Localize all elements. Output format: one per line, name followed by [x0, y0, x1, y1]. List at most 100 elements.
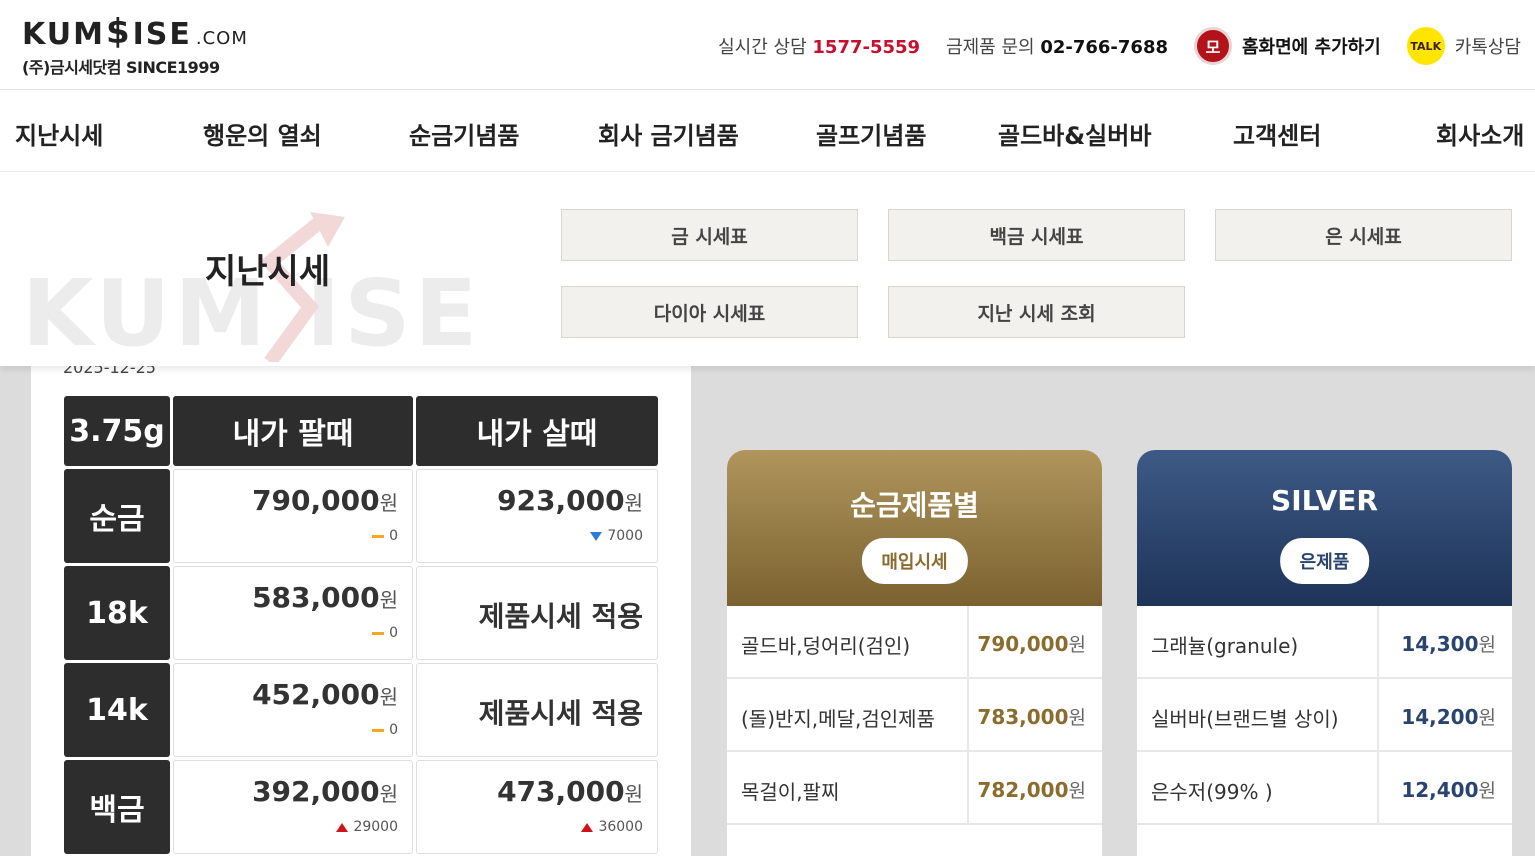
- add-to-home-label: 홈화면에 추가하기: [1242, 37, 1381, 58]
- silver-card-header: SILVER 은제품: [1137, 450, 1512, 606]
- silver-product-card: SILVER 은제품 그래뉼(granule) 14,300원 실버바(브랜드별…: [1137, 450, 1512, 856]
- won-unit: 원: [1478, 707, 1496, 729]
- realtime-consult[interactable]: 실시간 상담 1577-5559: [718, 33, 920, 59]
- site-logo[interactable]: KUM $ ISE .COM (주)금시세닷컴 SINCE1999: [22, 12, 247, 84]
- won-unit: 원: [624, 491, 643, 515]
- buy-delta: 7000: [607, 528, 643, 544]
- row-divider: [967, 679, 969, 752]
- silver-item-value: 12,400: [1401, 778, 1479, 802]
- table-header-buy: 내가 살때: [416, 396, 658, 466]
- gold-price-table-button[interactable]: 금 시세표: [561, 209, 858, 261]
- gold-product-card: 순금제품별 매입시세 골드바,덩어리(검인) 790,000원 (돌)반지,메달…: [727, 450, 1102, 856]
- silver-item-value: 14,200: [1401, 705, 1479, 729]
- silver-item-label: 은수저(99% ): [1151, 780, 1273, 804]
- nav-item-customer-center[interactable]: 고객센터: [1233, 116, 1321, 151]
- won-unit: 원: [624, 782, 643, 806]
- inquiry-number[interactable]: 02-766-7688: [1040, 37, 1168, 58]
- silver-item-row: 그래뉼(granule) 14,300원: [1137, 606, 1512, 679]
- kakao-talk-icon: TALK: [1406, 27, 1445, 65]
- no-change-icon: [372, 631, 385, 635]
- realtime-number[interactable]: 1577-5559: [812, 37, 920, 58]
- cell-sell-pure-gold: 790,000원 0: [173, 469, 413, 563]
- won-unit: 원: [1478, 780, 1496, 802]
- silver-products-button[interactable]: 은제품: [1279, 538, 1370, 584]
- logo-kum: KUM: [22, 17, 105, 52]
- silver-item-row: 은수저(99% ) 12,400원: [1137, 752, 1512, 825]
- platinum-price-table-button[interactable]: 백금 시세표: [888, 209, 1185, 261]
- row-label-pure-gold: 순금: [64, 469, 170, 563]
- cell-sell-14k: 452,000원 0: [173, 663, 413, 757]
- no-change-icon: [372, 728, 385, 732]
- sell-delta: 0: [389, 625, 398, 641]
- won-unit: 원: [1478, 634, 1496, 656]
- silver-price-table-button[interactable]: 은 시세표: [1215, 209, 1512, 261]
- past-price-search-button[interactable]: 지난 시세 조회: [888, 286, 1185, 338]
- nav-item-golf-souvenir[interactable]: 골프기념품: [816, 116, 926, 151]
- row-divider: [1377, 752, 1379, 825]
- nav-item-company-gift[interactable]: 회사 금기념품: [598, 116, 739, 151]
- silver-card-title: SILVER: [1271, 484, 1378, 517]
- buy-price: 473,000: [497, 775, 625, 808]
- no-change-icon: [372, 534, 385, 538]
- cell-buy-14k: 제품시세 적용: [416, 663, 658, 757]
- dropdown-title: 지난시세: [205, 252, 331, 292]
- sell-price: 452,000: [252, 678, 380, 711]
- nav-item-gold-souvenir[interactable]: 순금기념품: [409, 116, 519, 151]
- price-panel: 2025-12-25 3.75g 내가 팔때 내가 살때 순금 790,000원…: [31, 358, 691, 856]
- add-to-home-button[interactable]: 모 홈화면에 추가하기: [1194, 27, 1381, 65]
- gold-purchase-price-button[interactable]: 매입시세: [861, 538, 968, 584]
- cell-buy-pure-gold: 923,000원 7000: [416, 469, 658, 563]
- logo-s: $: [105, 12, 132, 52]
- sell-delta: 0: [389, 722, 398, 738]
- sell-price: 583,000: [252, 581, 380, 614]
- row-divider: [1377, 606, 1379, 679]
- cell-buy-18k: 제품시세 적용: [416, 566, 658, 660]
- gold-item-value: 782,000: [977, 778, 1069, 802]
- row-divider: [1377, 679, 1379, 752]
- diamond-price-table-button[interactable]: 다이아 시세표: [561, 286, 858, 338]
- won-unit: 원: [1068, 634, 1086, 656]
- gold-item-label: 골드바,덩어리(검인): [741, 634, 911, 658]
- buy-delta: 36000: [598, 819, 643, 835]
- silver-item-value: 14,300: [1401, 632, 1479, 656]
- product-price-apply: 제품시세 적용: [478, 600, 643, 633]
- row-label-14k: 14k: [64, 663, 170, 757]
- sell-price: 392,000: [252, 775, 380, 808]
- won-unit: 원: [1068, 780, 1086, 802]
- inquiry-label: 금제품 문의: [946, 37, 1035, 58]
- silver-item-label: 그래뉼(granule): [1151, 634, 1299, 658]
- nav-item-about[interactable]: 회사소개: [1436, 116, 1524, 151]
- gold-item-row: 목걸이,팔찌 782,000원: [727, 752, 1102, 825]
- table-header-weight: 3.75g: [64, 396, 170, 466]
- kakao-label: 카톡상담: [1454, 37, 1521, 58]
- logo-subtitle: (주)금시세닷컴 SINCE1999: [22, 58, 220, 77]
- silver-item-label: 실버바(브랜드별 상이): [1151, 707, 1339, 731]
- product-inquiry[interactable]: 금제품 문의 02-766-7688: [946, 33, 1168, 59]
- cell-sell-platinum: 392,000원 29000: [173, 760, 413, 854]
- gold-item-label: 목걸이,팔찌: [741, 780, 840, 804]
- row-label-platinum: 백금: [64, 760, 170, 854]
- top-contacts: 실시간 상담 1577-5559 금제품 문의 02-766-7688 모 홈화…: [718, 24, 1521, 68]
- logo-wordmark: KUM $ ISE .COM: [22, 12, 247, 52]
- won-unit: 원: [379, 685, 398, 709]
- row-label-18k: 18k: [64, 566, 170, 660]
- row-divider: [967, 606, 969, 679]
- gold-item-value: 790,000: [977, 632, 1069, 656]
- sell-delta: 29000: [353, 819, 398, 835]
- product-price-apply: 제품시세 적용: [478, 697, 643, 730]
- up-arrow-icon: [336, 822, 349, 832]
- won-unit: 원: [379, 491, 398, 515]
- cell-buy-platinum: 473,000원 36000: [416, 760, 658, 854]
- nav-item-past-prices[interactable]: 지난시세: [15, 116, 103, 151]
- up-arrow-icon: [581, 822, 594, 832]
- sell-delta: 0: [389, 528, 398, 544]
- kakao-consult-button[interactable]: TALK 카톡상담: [1406, 27, 1521, 65]
- realtime-label: 실시간 상담: [718, 37, 807, 58]
- nav-item-gold-silver-bar[interactable]: 골드바&실버바: [998, 116, 1151, 151]
- down-arrow-icon: [590, 531, 603, 541]
- logo-ise: ISE: [132, 17, 192, 52]
- won-unit: 원: [379, 782, 398, 806]
- past-prices-dropdown: KUM ISE 지난시세 금 시세표 백금 시세표 은 시세표 다이아 시세표 …: [0, 172, 1535, 366]
- won-unit: 원: [1068, 707, 1086, 729]
- nav-item-lucky-key[interactable]: 행운의 열쇠: [203, 116, 322, 151]
